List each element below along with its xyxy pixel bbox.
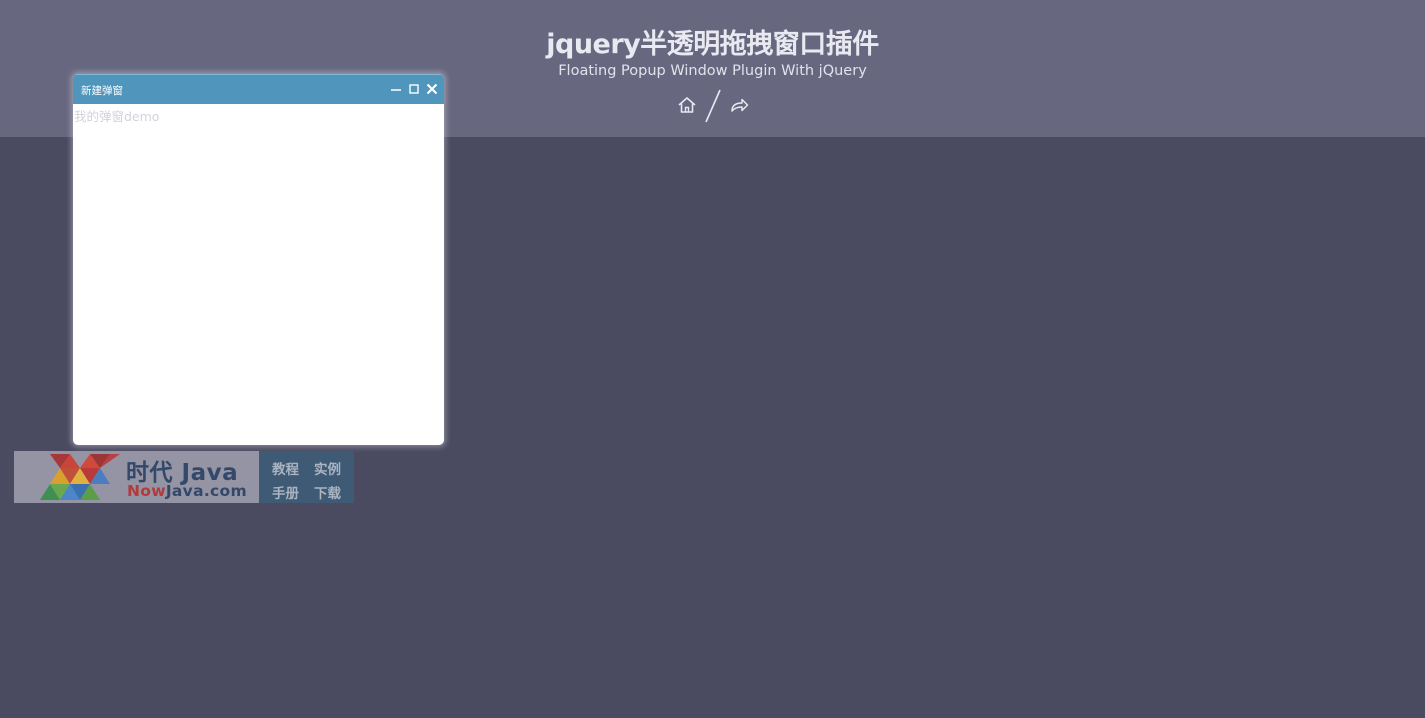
brand-logo-panel: 时代 Java NowJava.com <box>14 451 259 503</box>
brand-banner[interactable]: 时代 Java NowJava.com 教程 实例 手册 下载 <box>14 451 354 503</box>
popup-window[interactable]: 新建弹窗 我的弹窗demo <box>73 74 444 445</box>
header-nav <box>672 88 754 124</box>
home-icon[interactable] <box>676 94 698 116</box>
brand-link-tutorial[interactable]: 教程 <box>272 458 299 478</box>
triangle-logo-icon <box>40 454 120 500</box>
page-title: jquery半透明拖拽窗口插件 <box>546 29 879 60</box>
share-arrow-icon[interactable] <box>728 94 750 116</box>
maximize-icon[interactable] <box>407 81 421 95</box>
nav-divider <box>705 89 721 123</box>
popup-titlebar[interactable]: 新建弹窗 <box>73 74 444 104</box>
brand-domain-accent: Now <box>127 482 166 500</box>
popup-content: 我的弹窗demo <box>74 109 160 124</box>
minimize-icon[interactable] <box>389 81 403 95</box>
brand-domain-rest: Java.com <box>165 482 247 500</box>
brand-link-download[interactable]: 下载 <box>314 482 341 502</box>
brand-domain: NowJava.com <box>127 482 247 500</box>
close-icon[interactable] <box>425 81 439 95</box>
brand-link-examples[interactable]: 实例 <box>314 458 341 478</box>
brand-link-manual[interactable]: 手册 <box>272 482 299 502</box>
popup-title: 新建弹窗 <box>81 85 123 97</box>
popup-body: 我的弹窗demo <box>73 104 444 445</box>
